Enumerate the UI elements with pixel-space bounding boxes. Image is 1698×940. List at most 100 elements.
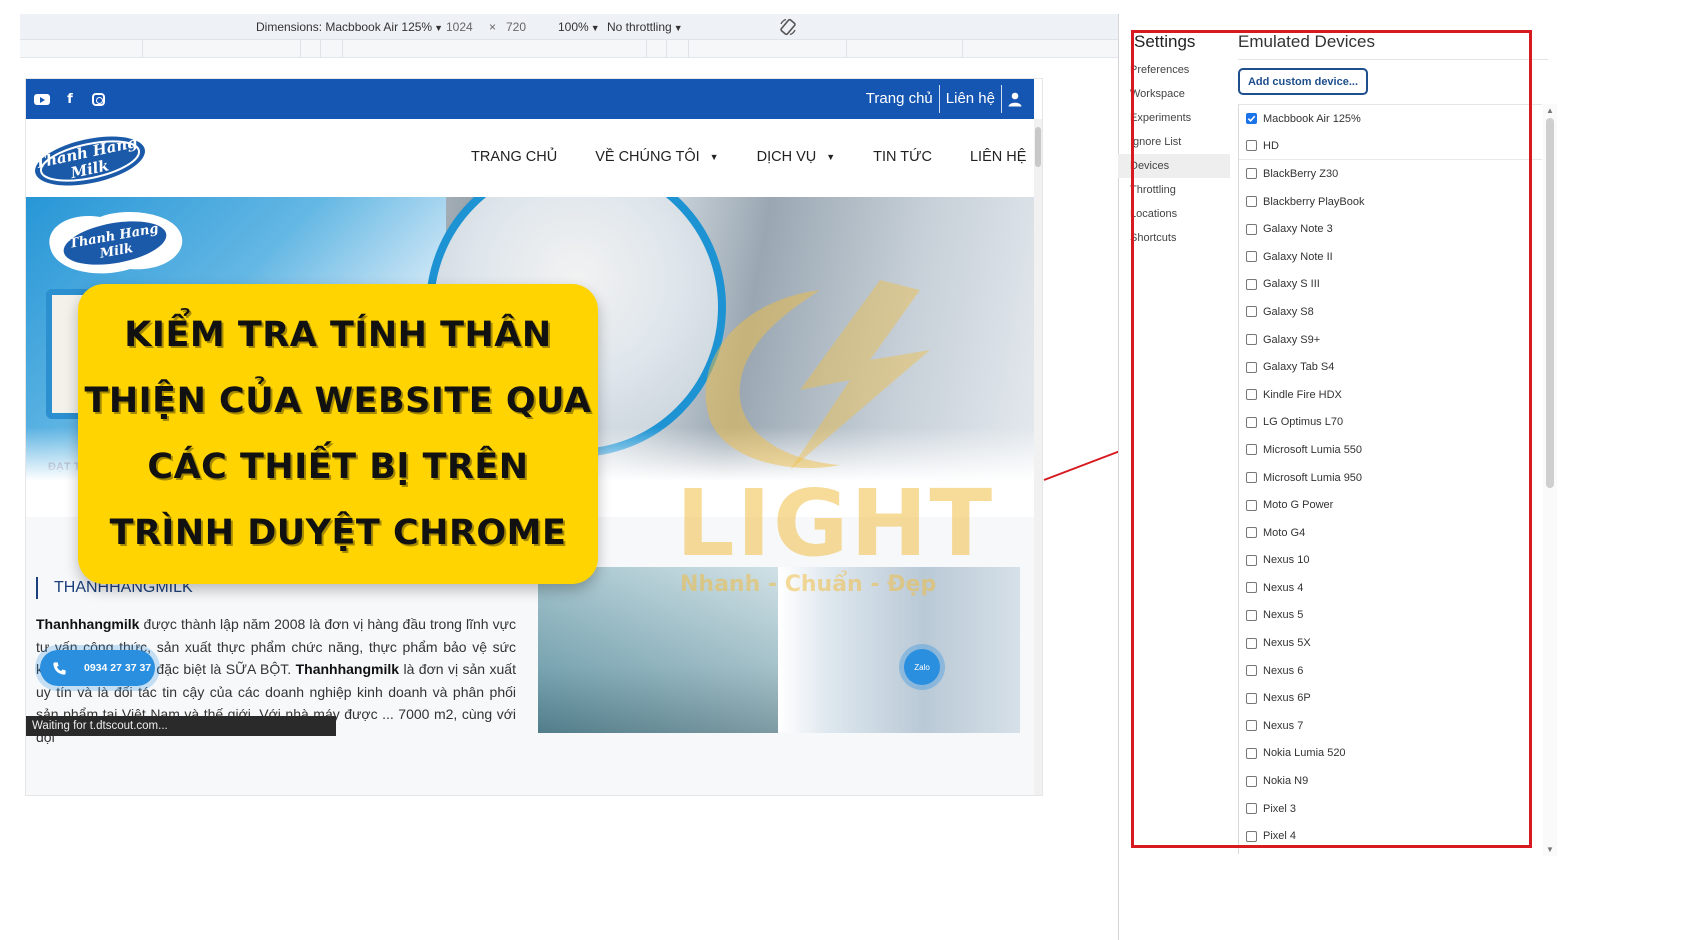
device-row[interactable]: LG Optimus L70	[1239, 409, 1542, 437]
device-name: Galaxy Note 3	[1263, 223, 1333, 236]
lab-photo	[538, 567, 1020, 733]
device-row[interactable]: Nexus 5	[1239, 602, 1542, 630]
checkbox[interactable]	[1246, 389, 1257, 401]
checkbox[interactable]	[1246, 720, 1257, 732]
settings-nav-shortcuts[interactable]: Shortcuts	[1118, 226, 1230, 250]
checkbox[interactable]	[1246, 554, 1257, 566]
device-row[interactable]: Nexus 6	[1239, 657, 1542, 685]
checkbox[interactable]	[1246, 775, 1257, 787]
scroll-down-icon[interactable]: ▼	[1546, 845, 1554, 854]
checkbox[interactable]	[1246, 637, 1257, 649]
device-name: Nokia Lumia 520	[1263, 747, 1346, 760]
nav-item-contact[interactable]: LIÊN HỆ	[970, 149, 1026, 165]
device-row[interactable]: Moto G4	[1239, 519, 1542, 547]
device-row[interactable]: Galaxy S III	[1239, 271, 1542, 299]
checkbox[interactable]	[1246, 223, 1257, 235]
checkbox[interactable]	[1246, 334, 1257, 346]
checkbox[interactable]	[1246, 527, 1257, 539]
checkbox[interactable]	[1246, 416, 1257, 428]
checkbox[interactable]	[1246, 499, 1257, 511]
settings-nav-devices[interactable]: Devices	[1118, 154, 1230, 178]
checkbox[interactable]	[1246, 306, 1257, 318]
dimensions-dropdown[interactable]: Dimensions: Macbbook Air 125% ▼	[256, 20, 443, 34]
device-row[interactable]: Macbbook Air 125%	[1239, 105, 1542, 133]
settings-nav-preferences[interactable]: Preferences	[1118, 58, 1230, 82]
checkbox[interactable]	[1246, 140, 1257, 152]
scrollbar-thumb[interactable]	[1546, 118, 1554, 488]
scroll-up-icon[interactable]: ▲	[1546, 106, 1554, 115]
device-row[interactable]: Galaxy S8	[1239, 298, 1542, 326]
add-custom-device-button[interactable]: Add custom device...	[1238, 68, 1368, 95]
settings-nav-experiments[interactable]: Experiments	[1118, 106, 1230, 130]
settings-nav-locations[interactable]: Locations	[1118, 202, 1230, 226]
checkbox[interactable]	[1246, 278, 1257, 290]
device-name: Nexus 4	[1263, 581, 1304, 594]
checkbox[interactable]	[1246, 747, 1257, 759]
instagram-icon[interactable]	[90, 91, 106, 107]
scrollbar-thumb[interactable]	[1035, 127, 1041, 167]
checkbox[interactable]	[1246, 830, 1257, 842]
device-row[interactable]: Nexus 6P	[1239, 684, 1542, 712]
device-row[interactable]: Nexus 10	[1239, 547, 1542, 575]
device-name: Galaxy S8	[1263, 305, 1314, 318]
site-logo[interactable]: Thanh Hang Milk	[32, 131, 150, 187]
checkbox[interactable]	[1246, 582, 1257, 594]
device-row[interactable]: Nexus 5X	[1239, 629, 1542, 657]
media-query-ruler[interactable]	[20, 40, 1210, 58]
nav-item-news[interactable]: TIN TỨC	[873, 149, 932, 165]
device-row[interactable]: Galaxy Tab S4	[1239, 353, 1542, 381]
top-link-contact[interactable]: Liên hệ	[940, 85, 1002, 113]
page-scrollbar[interactable]	[1034, 119, 1042, 795]
checkbox[interactable]	[1246, 251, 1257, 263]
checkbox[interactable]	[1246, 692, 1257, 704]
checkbox[interactable]	[1246, 444, 1257, 456]
device-row[interactable]: Galaxy Note II	[1239, 243, 1542, 271]
width-input[interactable]: 1024	[446, 20, 473, 34]
device-row[interactable]: Blackberry PlayBook	[1239, 188, 1542, 216]
youtube-icon[interactable]	[34, 91, 50, 107]
settings-nav-throttling[interactable]: Throttling	[1118, 178, 1230, 202]
user-icon[interactable]	[1002, 85, 1028, 113]
top-link-home[interactable]: Trang chủ	[860, 85, 940, 113]
device-name: BlackBerry Z30	[1263, 167, 1339, 180]
device-row[interactable]: Microsoft Lumia 550	[1239, 436, 1542, 464]
zoom-label: 100%	[558, 20, 589, 34]
device-row[interactable]: Nokia Lumia 520	[1239, 740, 1542, 768]
nav-item-home[interactable]: TRANG CHỦ	[471, 149, 557, 165]
device-row[interactable]: BlackBerry Z30	[1239, 160, 1542, 188]
device-row[interactable]: Nexus 4	[1239, 574, 1542, 602]
zoom-dropdown[interactable]: 100% ▼	[558, 20, 600, 34]
device-row[interactable]: Galaxy S9+	[1239, 326, 1542, 354]
checkbox[interactable]	[1246, 609, 1257, 621]
checkbox[interactable]	[1246, 665, 1257, 677]
checkbox[interactable]	[1246, 803, 1257, 815]
device-row[interactable]: Microsoft Lumia 950	[1239, 464, 1542, 492]
facebook-icon[interactable]: f	[62, 91, 78, 107]
device-name: Nokia N9	[1263, 775, 1309, 788]
device-list-scrollbar[interactable]: ▲ ▼	[1543, 104, 1557, 856]
checkbox[interactable]	[1246, 361, 1257, 373]
checkbox-checked[interactable]	[1246, 113, 1257, 125]
device-row[interactable]: Pixel 4	[1239, 822, 1542, 850]
zalo-chat-button[interactable]: Zalo	[904, 649, 940, 685]
checkbox[interactable]	[1246, 168, 1257, 180]
device-row[interactable]: Nexus 7	[1239, 712, 1542, 740]
settings-nav-ignore-list[interactable]: Ignore List	[1118, 130, 1230, 154]
device-row[interactable]: Kindle Fire HDX	[1239, 381, 1542, 409]
chat-label: Zalo	[914, 662, 930, 672]
nav-item-services[interactable]: DỊCH VỤ ▼	[757, 149, 836, 165]
device-row[interactable]: Galaxy Note 3	[1239, 215, 1542, 243]
site-navbar: Thanh Hang Milk TRANG CHỦ VỀ CHÚNG TÔI ▼ …	[26, 119, 1034, 197]
nav-item-about[interactable]: VỀ CHÚNG TÔI ▼	[595, 149, 718, 165]
checkbox[interactable]	[1246, 196, 1257, 208]
height-input[interactable]: 720	[506, 20, 526, 34]
device-row[interactable]: Moto G Power	[1239, 491, 1542, 519]
settings-nav-workspace[interactable]: Workspace	[1118, 82, 1230, 106]
call-button[interactable]: 0934 27 37 37	[40, 650, 155, 686]
device-row[interactable]: Pixel 3	[1239, 795, 1542, 823]
device-row[interactable]: HD	[1239, 133, 1542, 161]
throttling-dropdown[interactable]: No throttling ▼	[607, 20, 683, 34]
device-row[interactable]: Nokia N9	[1239, 767, 1542, 795]
checkbox[interactable]	[1246, 472, 1257, 484]
rotate-icon[interactable]	[778, 17, 798, 37]
